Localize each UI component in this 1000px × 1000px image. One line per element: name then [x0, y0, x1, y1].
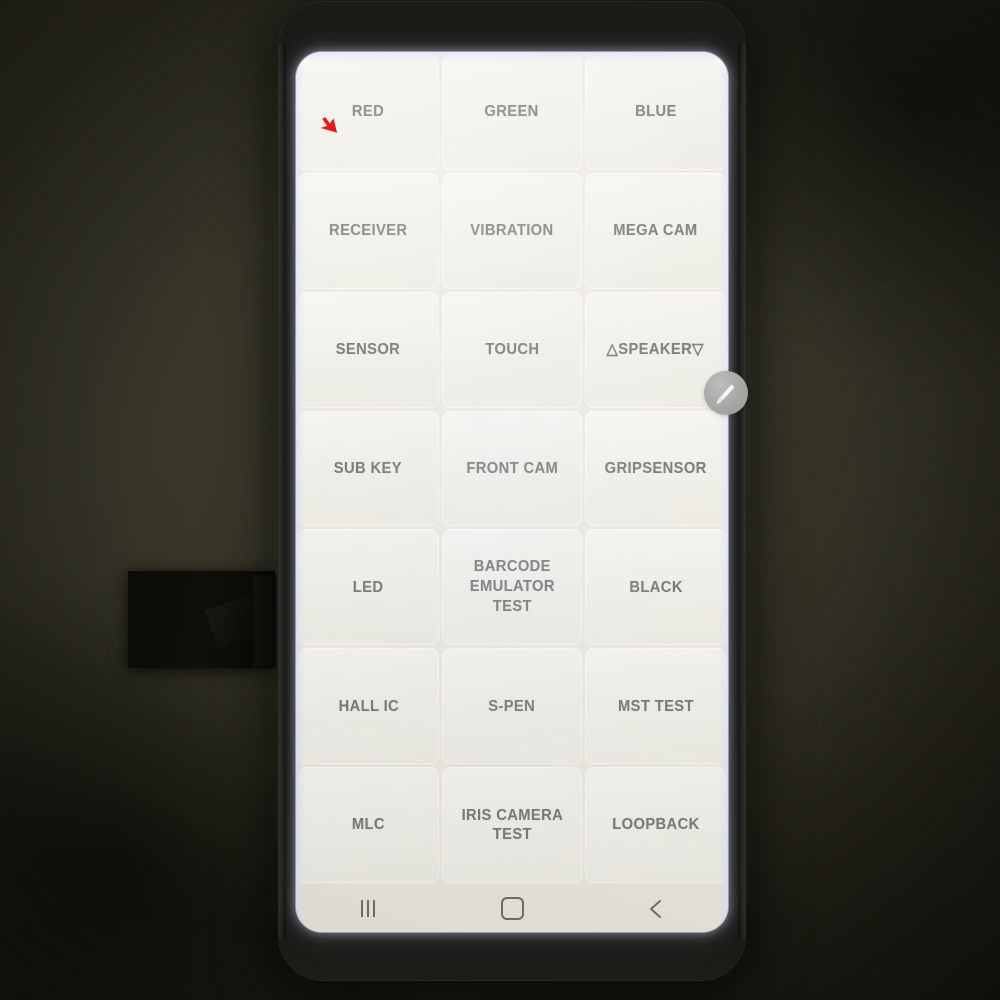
- home-button[interactable]: [477, 890, 547, 928]
- tile-sensor[interactable]: SENSOR: [298, 291, 439, 408]
- phone-left-edge: [279, 42, 286, 940]
- tile-label: MLC: [351, 816, 385, 834]
- phone-device: RED GREEN BLUE RECEIVER VIBRATION MEGA CAM SEN…: [279, 2, 748, 980]
- tile-red[interactable]: RED: [298, 54, 439, 170]
- tile-iris-camera-test[interactable]: IRIS CAMERA TEST: [441, 767, 583, 883]
- tile-vibration[interactable]: VIBRATION: [441, 172, 583, 289]
- tile-barcode-emulator-test[interactable]: BARCODE EMULATOR TEST: [441, 529, 583, 646]
- tile-mst-test[interactable]: MST TEST: [585, 648, 726, 765]
- tile-label: S-PEN: [488, 697, 536, 715]
- tile-label: RECEIVER: [329, 222, 408, 240]
- phone-right-edge: [738, 42, 745, 940]
- pen-icon: [717, 384, 735, 402]
- tile-label: LED: [353, 578, 384, 596]
- home-icon: [500, 897, 524, 920]
- back-button[interactable]: [621, 890, 691, 928]
- tile-led[interactable]: LED: [298, 529, 439, 646]
- android-navigation-bar: [296, 885, 728, 932]
- tile-label: SENSOR: [336, 340, 401, 358]
- tile-label: IRIS CAMERA TEST: [461, 806, 563, 844]
- tile-label: GRIPSENSOR: [604, 459, 707, 477]
- tile-label: SUB KEY: [334, 459, 403, 477]
- tile-label: HALL IC: [338, 697, 399, 715]
- tile-black[interactable]: BLACK: [585, 529, 726, 646]
- tile-mega-cam[interactable]: MEGA CAM: [585, 172, 726, 289]
- tile-label: GREEN: [484, 103, 540, 121]
- tile-gripsensor[interactable]: GRIPSENSOR: [585, 410, 726, 527]
- back-icon: [650, 899, 661, 918]
- screenshot-root: RED GREEN BLUE RECEIVER VIBRATION MEGA CAM SEN…: [0, 0, 1000, 1000]
- tile-mlc[interactable]: MLC: [298, 767, 439, 883]
- tile-hall-ic[interactable]: HALL IC: [298, 648, 439, 765]
- phone-screen: RED GREEN BLUE RECEIVER VIBRATION MEGA CAM SEN…: [296, 52, 728, 932]
- tile-blue[interactable]: BLUE: [585, 54, 726, 170]
- floating-spen-button[interactable]: [704, 371, 748, 415]
- tile-green[interactable]: GREEN: [441, 54, 583, 170]
- tile-label: MEGA CAM: [613, 222, 698, 240]
- tile-sub-key[interactable]: SUB KEY: [298, 410, 439, 527]
- tile-label: MST TEST: [617, 697, 694, 715]
- test-menu-grid: RED GREEN BLUE RECEIVER VIBRATION MEGA CAM SEN…: [296, 52, 728, 885]
- tile-front-cam[interactable]: FRONT CAM: [441, 410, 583, 527]
- tile-label: LOOPBACK: [612, 816, 700, 834]
- recents-icon: [361, 900, 375, 917]
- tile-label: VIBRATION: [470, 222, 554, 240]
- tile-receiver[interactable]: RECEIVER: [298, 172, 439, 289]
- tile-label: BLUE: [634, 103, 677, 121]
- tile-label: RED: [352, 103, 385, 121]
- tile-label: △SPEAKER▽: [607, 340, 705, 358]
- tile-label: FRONT CAM: [466, 459, 558, 477]
- tile-s-pen[interactable]: S-PEN: [441, 648, 583, 765]
- tile-label: BARCODE EMULATOR TEST: [469, 558, 555, 616]
- tile-loopback[interactable]: LOOPBACK: [585, 767, 726, 883]
- tile-touch[interactable]: TOUCH: [441, 291, 583, 408]
- tile-label: BLACK: [628, 578, 683, 596]
- tile-label: TOUCH: [484, 340, 539, 358]
- recents-button[interactable]: [333, 890, 403, 928]
